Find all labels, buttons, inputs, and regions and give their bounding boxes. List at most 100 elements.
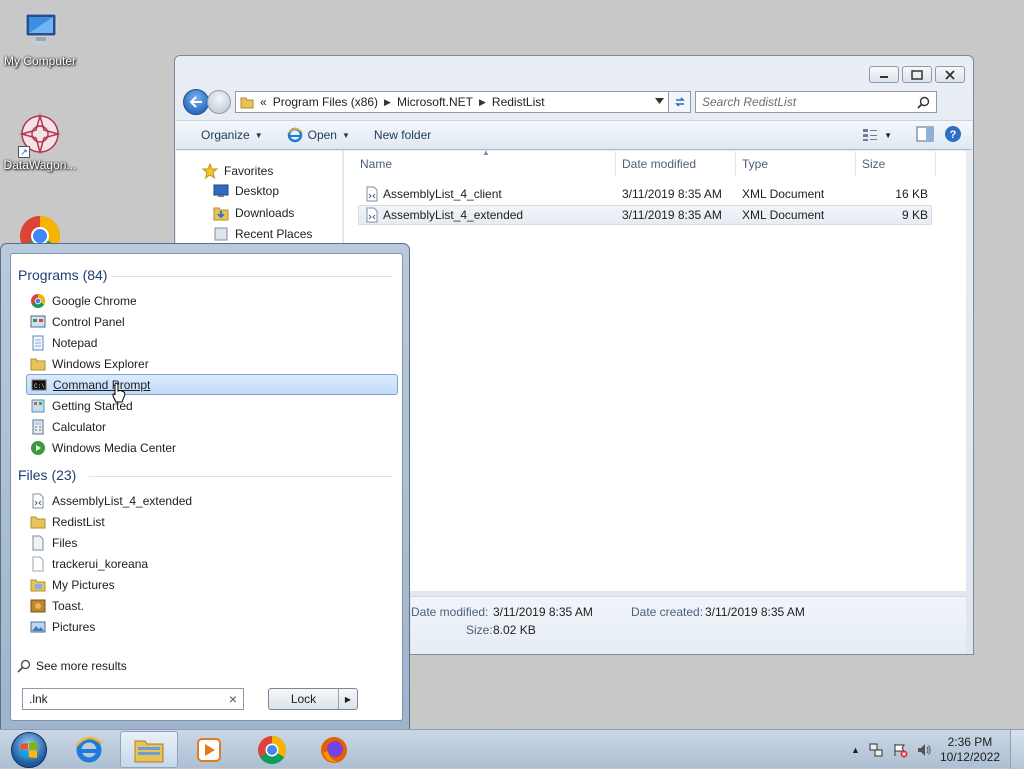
program-notepad[interactable]: Notepad [26, 332, 398, 353]
desktop-icon-my-computer[interactable]: My Computer [0, 8, 80, 68]
file-row[interactable]: AssemblyList_4_client 3/11/2019 8:35 AM … [358, 184, 932, 204]
nav-desktop-label: Desktop [235, 184, 280, 198]
file-trackerui-koreana[interactable]: trackerui_koreana [26, 553, 398, 574]
close-button[interactable] [935, 66, 965, 83]
taskbar-internet-explorer[interactable] [60, 731, 118, 768]
program-label: Control Panel [52, 314, 125, 329]
taskbar-firefox[interactable] [305, 731, 363, 768]
xml-file-icon [366, 186, 378, 202]
forward-button[interactable] [207, 90, 231, 114]
program-control-panel[interactable]: Control Panel [26, 311, 398, 332]
size-label: Size: [466, 623, 493, 637]
refresh-button[interactable] [669, 91, 691, 113]
program-command-prompt[interactable]: C:\ Command Prompt [26, 374, 398, 395]
change-view-button[interactable]: ▼ [862, 128, 892, 142]
lock-button[interactable]: Lock [269, 689, 339, 709]
crumb-microsoft-net[interactable]: Microsoft.NET [397, 95, 473, 109]
action-center-icon[interactable] [892, 742, 908, 758]
clock[interactable]: 2:36 PM 10/12/2022 [940, 735, 1000, 765]
chevron-right-icon[interactable]: ▶ [479, 97, 486, 108]
back-button[interactable] [183, 89, 209, 115]
details-pane: Date modified: 3/11/2019 8:35 AM Date cr… [411, 596, 966, 654]
column-size-label: Size [862, 157, 886, 171]
nav-recent-places[interactable]: Recent Places [213, 226, 312, 242]
organize-label: Organize [201, 128, 250, 142]
file-label: Toast. [52, 598, 85, 613]
preview-pane-icon [916, 126, 934, 141]
programs-group-title[interactable]: Programs (84) [18, 267, 107, 283]
chevron-down-icon[interactable] [655, 98, 664, 104]
date-created-label: Date created: [631, 605, 704, 619]
file-list: Name ▲ Date modified Type Size AssemblyL… [343, 148, 966, 591]
files-group-title[interactable]: Files (23) [18, 467, 76, 483]
volume-icon[interactable] [916, 742, 932, 758]
file-toast[interactable]: Toast. [26, 595, 398, 616]
see-more-results-link[interactable]: See more results [17, 659, 127, 673]
text-file-icon [32, 556, 44, 571]
start-button[interactable] [0, 731, 58, 768]
search-input[interactable]: Search RedistList [695, 91, 937, 113]
program-windows-explorer[interactable]: Windows Explorer [26, 353, 398, 374]
taskbar-media-player[interactable] [180, 731, 238, 768]
program-windows-media-center[interactable]: Windows Media Center [26, 437, 398, 458]
file-icon [32, 535, 44, 550]
clear-search-icon[interactable]: × [229, 691, 237, 707]
start-search-input[interactable]: .lnk × [22, 688, 244, 710]
organize-button[interactable]: Organize ▼ [176, 121, 275, 149]
column-header-size[interactable]: Size [856, 151, 936, 177]
column-header-name[interactable]: Name ▲ [354, 148, 616, 177]
file-my-pictures[interactable]: My Pictures [26, 574, 398, 595]
crumb-program-files[interactable]: Program Files (x86) [273, 95, 378, 109]
nav-favorites[interactable]: Favorites [202, 163, 273, 179]
open-button[interactable]: Open ▼ [275, 121, 362, 149]
pictures-folder-icon [30, 579, 46, 591]
minimize-button[interactable] [869, 66, 899, 83]
file-date: 3/11/2019 8:35 AM [622, 208, 722, 222]
program-getting-started[interactable]: Getting Started [26, 395, 398, 416]
nav-downloads[interactable]: Downloads [213, 205, 294, 221]
taskbar-windows-explorer[interactable] [120, 731, 178, 768]
preview-pane-button[interactable] [916, 126, 934, 145]
program-google-chrome[interactable]: Google Chrome [26, 290, 398, 311]
address-overflow[interactable]: « [260, 95, 267, 109]
new-folder-button[interactable]: New folder [362, 121, 443, 149]
taskbar-chrome[interactable] [243, 731, 301, 768]
chevron-right-icon[interactable]: ▶ [384, 97, 391, 108]
file-row-selected[interactable]: AssemblyList_4_extended 3/11/2019 8:35 A… [358, 205, 932, 225]
show-hidden-icons-icon[interactable]: ▲ [851, 745, 860, 755]
column-header-date[interactable]: Date modified [616, 151, 736, 177]
windows-explorer-icon [134, 740, 164, 762]
nav-recent-places-label: Recent Places [235, 227, 313, 241]
file-pictures[interactable]: Pictures [26, 616, 398, 637]
nav-desktop[interactable]: Desktop [213, 184, 279, 198]
restore-button[interactable] [902, 66, 932, 83]
search-results-panel: Programs (84) Google Chrome Control Pane… [10, 253, 403, 721]
file-name: AssemblyList_4_client [383, 187, 502, 201]
crumb-redistlist[interactable]: RedistList [492, 95, 545, 109]
control-panel-icon [30, 315, 46, 327]
folder-icon [240, 97, 254, 109]
folder-icon [30, 358, 46, 370]
column-header-type[interactable]: Type [736, 151, 856, 177]
minimize-icon [880, 75, 888, 78]
help-button[interactable]: ? [944, 125, 962, 146]
pictures-icon [30, 621, 46, 632]
network-icon[interactable] [868, 742, 884, 758]
caret-down-icon: ▼ [254, 130, 263, 140]
xml-file-icon [32, 493, 44, 508]
file-files[interactable]: Files [26, 532, 398, 553]
caret-down-icon: ▼ [341, 130, 350, 140]
show-desktop-button[interactable] [1010, 730, 1024, 769]
hand-cursor-icon [112, 382, 126, 403]
power-options-arrow-icon[interactable]: ▶ [339, 689, 357, 709]
file-assemblylist-extended[interactable]: AssemblyList_4_extended [26, 490, 398, 511]
program-calculator[interactable]: Calculator [26, 416, 398, 437]
search-placeholder: Search RedistList [702, 95, 797, 109]
address-bar[interactable]: « Program Files (x86) ▶ Microsoft.NET ▶ … [235, 91, 669, 113]
search-value: .lnk [29, 692, 48, 706]
file-size: 16 KB [895, 187, 928, 201]
desktop-icon-datawagon[interactable]: ↗ DataWagon... [0, 112, 80, 172]
file-label: trackerui_koreana [52, 556, 149, 571]
file-redistlist[interactable]: RedistList [26, 511, 398, 532]
calculator-icon [32, 419, 44, 434]
